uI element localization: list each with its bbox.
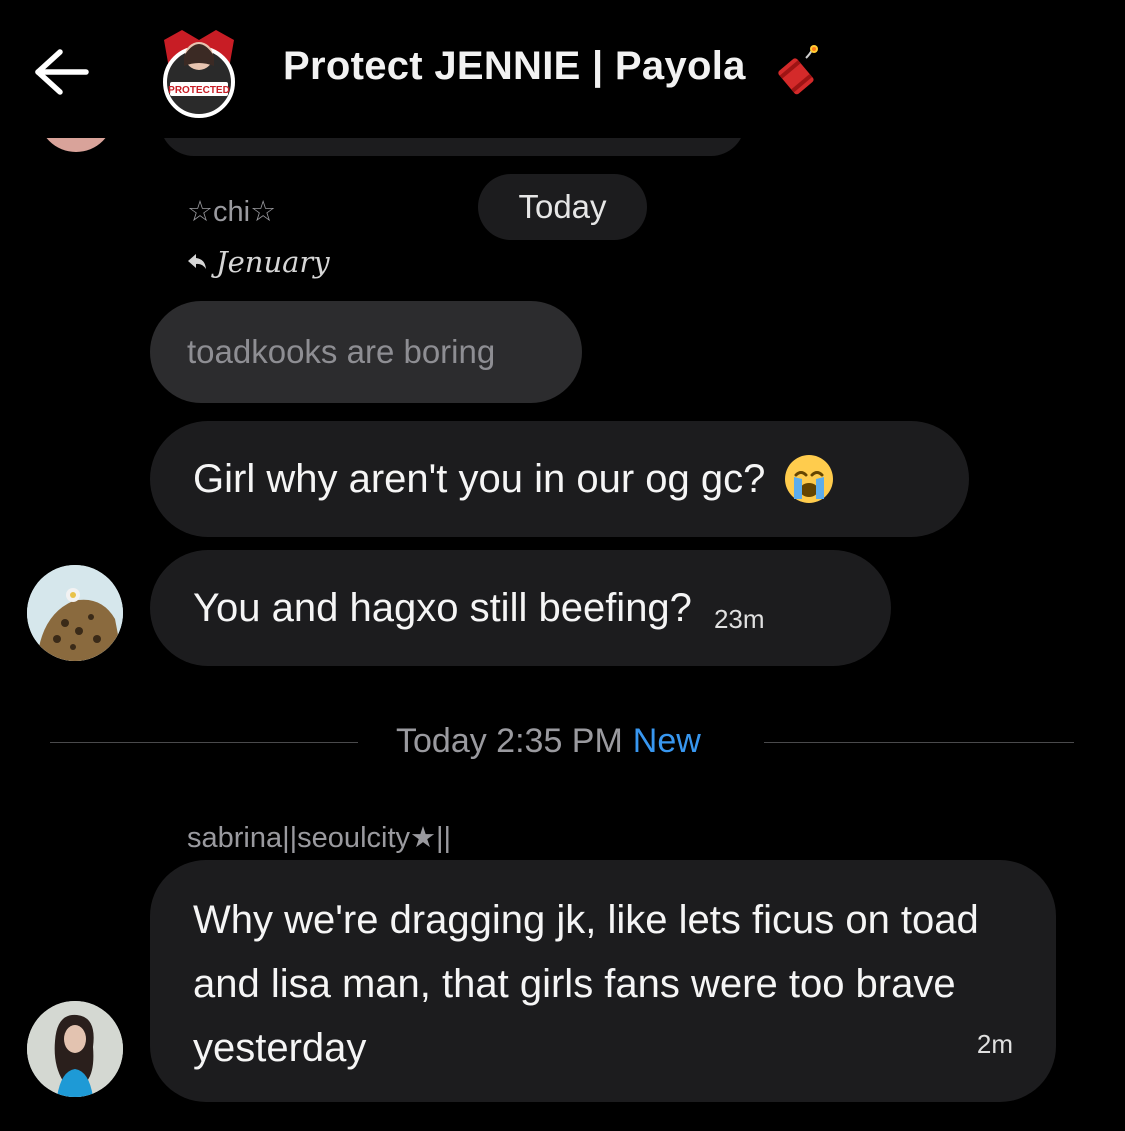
reply-arrow-icon [188,254,206,269]
back-arrow-icon [35,49,89,95]
sender-name-chi[interactable]: ☆chi☆ [187,194,276,229]
message-text: Girl why aren't you in our og gc? [193,456,766,501]
message-text: Why we're dragging jk, like lets ficus o… [193,898,979,1070]
message-bubble[interactable]: Why we're dragging jk, like lets ficus o… [150,860,1056,1102]
message-timestamp: 23m [713,603,765,634]
new-messages-divider: Today 2:35 PM New [396,722,701,761]
message-timestamp: 2m [976,1029,1013,1059]
reply-target-name: Jenuary [216,245,330,279]
sender-name-sabrina[interactable]: sabrina||seoulcity★|| [187,820,451,855]
avatar[interactable] [27,1001,123,1097]
reply-indicator: Jenuary [186,245,330,279]
chat-title[interactable]: Protect JENNIE | Payola [283,44,746,89]
message-bubble[interactable]: Girl why aren't you in our og gc? [150,421,969,537]
divider-time: Today 2:35 PM [396,722,623,760]
avatar[interactable] [27,565,123,661]
message-text: You and hagxo still beefing? [193,585,692,630]
svg-text:PROTECTED: PROTECTED [168,85,230,96]
firecracker-icon [768,44,824,96]
divider-line-right [764,742,1074,743]
back-button[interactable] [30,44,92,100]
new-label: New [632,722,701,760]
divider-line-left [50,742,358,743]
quoted-message[interactable]: toadkooks are boring [150,301,582,403]
crying-face-emoji [783,453,835,505]
date-chip: Today [478,174,647,240]
message-bubble[interactable]: You and hagxo still beefing? 23m [150,550,891,666]
group-avatar[interactable]: PROTECTED [156,26,242,118]
